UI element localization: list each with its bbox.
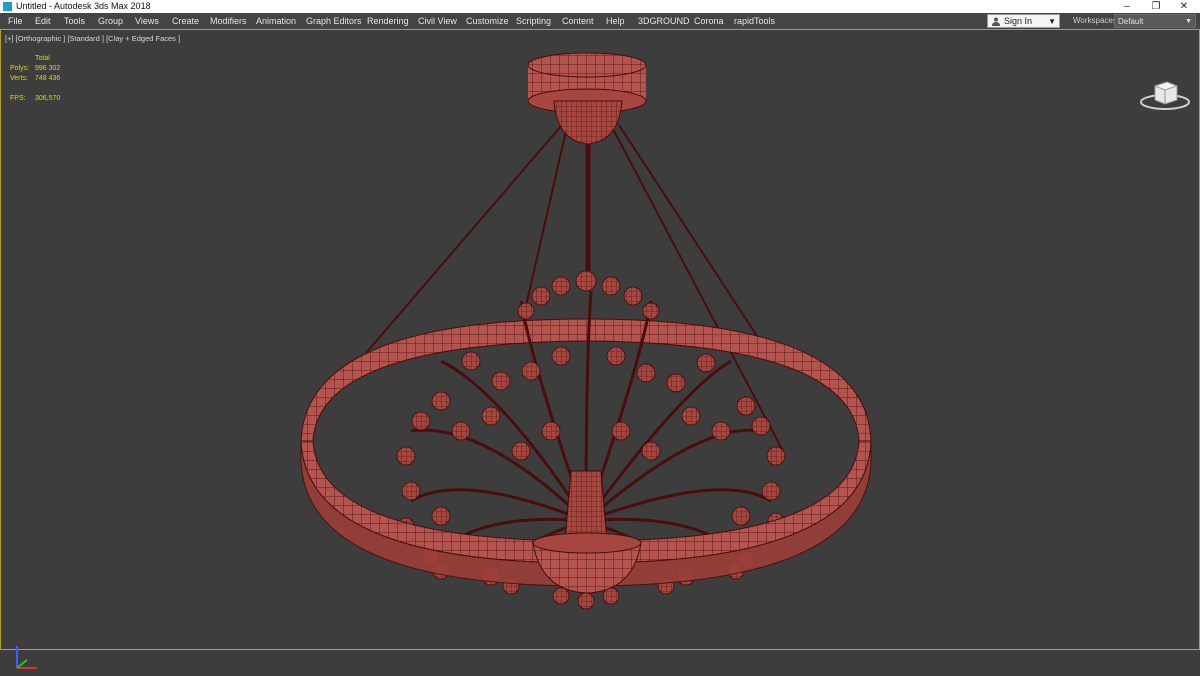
- chevron-down-icon: ▼: [1185, 18, 1192, 25]
- menu-graph-editors[interactable]: Graph Editors: [306, 15, 362, 27]
- menu-3dground[interactable]: 3DGROUND: [638, 15, 690, 27]
- menu-edit[interactable]: Edit: [35, 15, 51, 27]
- viewcube-icon[interactable]: [1139, 78, 1191, 114]
- user-icon: [992, 17, 1000, 26]
- menu-corona[interactable]: Corona: [694, 15, 724, 27]
- menu-rapidtools[interactable]: rapidTools: [734, 15, 775, 27]
- title-bar: Untitled - Autodesk 3ds Max 2018 – ❐ ✕: [0, 0, 1200, 13]
- menu-help[interactable]: Help: [606, 15, 625, 27]
- maximize-icon[interactable]: ❐: [1143, 0, 1169, 13]
- menu-customize[interactable]: Customize: [466, 15, 509, 27]
- viewport[interactable]: [+] [Orthographic ] [Standard ] [Clay + …: [0, 29, 1200, 669]
- menu-content[interactable]: Content: [562, 15, 594, 27]
- suspension-cables: [365, 124, 784, 452]
- chevron-down-icon: ▼: [1048, 17, 1056, 26]
- menu-views[interactable]: Views: [135, 15, 159, 27]
- stem-bundle: [564, 470, 608, 542]
- sign-in-label: Sign In: [1004, 16, 1033, 26]
- window-title: Untitled - Autodesk 3ds Max 2018: [16, 1, 151, 11]
- workspaces-dropdown[interactable]: Default ▼: [1114, 14, 1196, 28]
- menu-create[interactable]: Create: [172, 15, 199, 27]
- app-icon: [3, 2, 12, 11]
- menu-civil-view[interactable]: Civil View: [418, 15, 457, 27]
- sign-in-button[interactable]: Sign In ▼: [987, 14, 1060, 28]
- ceiling-canopy: [527, 52, 647, 145]
- menu-rendering[interactable]: Rendering: [367, 15, 409, 27]
- chandelier-model[interactable]: [1, 30, 1199, 649]
- workspaces-label: Workspaces:: [1073, 16, 1120, 25]
- menu-tools[interactable]: Tools: [64, 15, 85, 27]
- minimize-icon[interactable]: –: [1114, 0, 1140, 13]
- close-icon[interactable]: ✕: [1171, 0, 1197, 13]
- axis-tripod-icon: [16, 646, 37, 669]
- menu-file[interactable]: File: [8, 15, 23, 27]
- workspaces-value: Default: [1118, 17, 1144, 26]
- menu-scripting[interactable]: Scripting: [516, 15, 551, 27]
- menu-animation[interactable]: Animation: [256, 15, 296, 27]
- menu-group[interactable]: Group: [98, 15, 123, 27]
- menu-modifiers[interactable]: Modifiers: [210, 15, 247, 27]
